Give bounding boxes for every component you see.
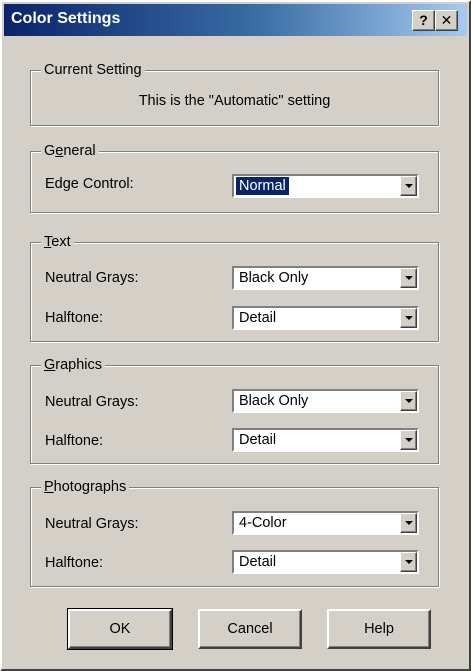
graphics-legend: Graphics	[41, 356, 106, 374]
photographs-neutral-grays-label: Neutral Grays:	[45, 516, 139, 532]
window-title: Color Settings	[11, 10, 121, 27]
color-settings-dialog: Color Settings ? ✕ Current Setting This …	[0, 0, 471, 671]
graphics-legend-mnemonic: G	[44, 357, 56, 373]
text-halftone-label: Halftone:	[45, 310, 104, 326]
chevron-down-icon[interactable]	[400, 552, 417, 572]
chevron-down-icon[interactable]	[400, 430, 417, 450]
text-neutral-grays-value: Black Only	[239, 270, 309, 286]
text-halftone-select[interactable]: Detail	[232, 306, 419, 330]
photographs-legend: Photographs	[41, 478, 130, 496]
chevron-down-icon[interactable]	[400, 176, 417, 196]
graphics-neutral-grays-value: Black Only	[239, 393, 309, 409]
edge-control-value: Normal	[235, 176, 290, 196]
chevron-down-icon[interactable]	[400, 308, 417, 328]
graphics-group: Graphics Neutral Grays: Black Only Halft…	[30, 356, 439, 464]
text-legend: Text	[41, 233, 74, 251]
graphics-halftone-label: Halftone:	[45, 433, 104, 449]
text-neutral-grays-select[interactable]: Black Only	[232, 266, 419, 290]
graphics-halftone-value: Detail	[239, 432, 277, 448]
edge-control-label: Edge Control:	[45, 176, 134, 192]
chevron-down-icon[interactable]	[400, 513, 417, 533]
chevron-down-icon[interactable]	[400, 391, 417, 411]
photographs-group: Photographs Neutral Grays: 4-Color Halft…	[30, 478, 439, 587]
photographs-neutral-grays-value: 4-Color	[239, 515, 287, 531]
text-group: Text Neutral Grays: Black Only Halftone:…	[30, 233, 439, 342]
general-legend-part: G	[44, 143, 56, 159]
general-legend: General	[41, 142, 99, 160]
current-setting-text: This is the "Automatic" setting	[138, 93, 331, 109]
photographs-neutral-grays-select[interactable]: 4-Color	[232, 511, 419, 535]
text-neutral-grays-label: Neutral Grays:	[45, 270, 139, 286]
photographs-halftone-select[interactable]: Detail	[232, 550, 419, 574]
help-button[interactable]: Help	[327, 609, 431, 649]
chevron-down-icon[interactable]	[400, 268, 417, 288]
photographs-legend-mnemonic: P	[44, 479, 54, 495]
photographs-legend-part: hotographs	[53, 479, 127, 495]
close-icon[interactable]: ✕	[435, 10, 458, 31]
general-group: General Edge Control: Normal	[30, 142, 439, 213]
current-setting-group: Current Setting This is the "Automatic" …	[30, 61, 439, 126]
general-legend-part: neral	[63, 143, 96, 159]
help-icon[interactable]: ?	[412, 10, 435, 31]
graphics-neutral-grays-select[interactable]: Black Only	[232, 389, 419, 413]
photographs-halftone-label: Halftone:	[45, 555, 104, 571]
graphics-legend-part: raphics	[55, 357, 103, 373]
graphics-neutral-grays-label: Neutral Grays:	[45, 394, 139, 410]
text-halftone-value: Detail	[239, 310, 277, 326]
graphics-halftone-select[interactable]: Detail	[232, 428, 419, 452]
ok-button[interactable]: OK	[67, 608, 173, 650]
text-legend-part: ext	[51, 234, 71, 250]
title-bar[interactable]: Color Settings ? ✕	[4, 4, 467, 36]
photographs-halftone-value: Detail	[239, 554, 277, 570]
cancel-button[interactable]: Cancel	[198, 609, 302, 649]
current-setting-legend: Current Setting	[41, 61, 145, 79]
edge-control-select[interactable]: Normal	[232, 174, 419, 198]
